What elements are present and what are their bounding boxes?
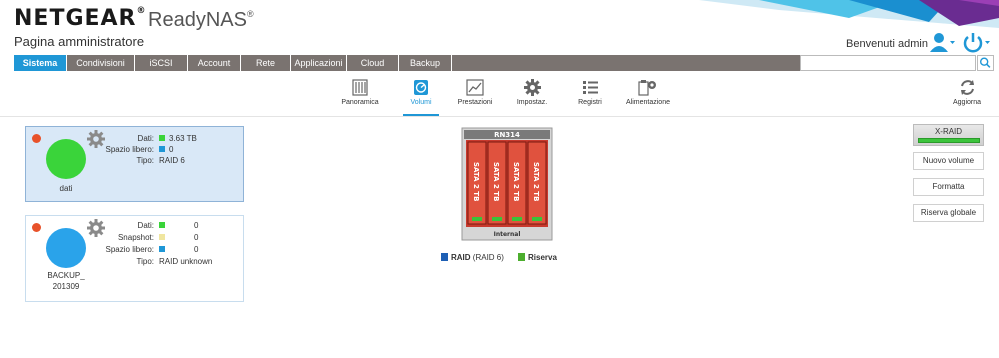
- info-label: Spazio libero:: [105, 145, 154, 154]
- netgear-logo: NETGEAR®: [14, 6, 147, 31]
- refresh-button[interactable]: Aggiorna: [937, 79, 997, 106]
- info-value: 0: [194, 245, 199, 254]
- info-row-free-space: Spazio libero: 0: [26, 144, 245, 155]
- info-row-data: Dati: 0: [26, 220, 245, 231]
- product-name: ReadyNAS®: [148, 9, 254, 31]
- tab-rete[interactable]: Rete: [241, 55, 291, 71]
- volume-card-dati[interactable]: dati Dati: 3.63 TB Spazio libero: 0 Tipo…: [25, 126, 244, 202]
- xraid-status-bar: [918, 138, 980, 143]
- svg-text:SATA 2 TB: SATA 2 TB: [492, 162, 500, 201]
- nas-internal-label: Internal: [494, 231, 521, 238]
- data-swatch: [159, 222, 165, 228]
- performance-icon: [466, 79, 484, 96]
- volumes-icon: [414, 80, 428, 95]
- drive-bay-3: SATA 2 TB: [507, 141, 527, 225]
- info-value: 0: [169, 145, 174, 154]
- xraid-button[interactable]: X-RAID: [913, 124, 984, 146]
- free-space-swatch: [159, 246, 165, 252]
- toolbar-power-label: Alimentazione: [626, 99, 670, 106]
- snapshot-swatch: [159, 234, 165, 240]
- svg-text:SATA 2 TB: SATA 2 TB: [532, 162, 540, 201]
- spare-legend-label: Riserva: [528, 253, 557, 262]
- info-label: Dati:: [137, 221, 154, 230]
- power-settings-icon: [638, 80, 656, 96]
- search-input[interactable]: [800, 55, 976, 71]
- info-row-snapshot: Snapshot: 0: [26, 232, 245, 243]
- toolbar-overview[interactable]: Panoramica: [325, 79, 395, 106]
- main-nav-bar: Sistema Condivisioni iSCSI Account Rete …: [14, 55, 800, 71]
- refresh-icon: [960, 80, 974, 95]
- free-space-swatch: [159, 146, 165, 152]
- svg-text:SATA 2 TB: SATA 2 TB: [472, 162, 480, 201]
- raid-legend-type: (RAID 6): [472, 253, 504, 262]
- info-value: 3.63 TB: [169, 134, 197, 143]
- new-volume-button[interactable]: Nuovo volume: [913, 152, 984, 170]
- info-value: 0: [194, 221, 199, 230]
- tab-iscsi[interactable]: iSCSI: [135, 55, 188, 71]
- info-value: RAID unknown: [159, 257, 213, 266]
- toolbar-divider: [0, 116, 999, 117]
- user-menu-icon[interactable]: [930, 32, 956, 54]
- tab-backup[interactable]: Backup: [399, 55, 452, 71]
- header: NETGEAR® ReadyNAS® Pagina amministratore…: [0, 0, 999, 54]
- raid-legend-label: RAID: [451, 253, 471, 262]
- overview-icon: [352, 79, 368, 96]
- tab-sistema[interactable]: Sistema: [14, 55, 67, 71]
- global-spare-button[interactable]: Riserva globale: [913, 204, 984, 222]
- volume-name-line1: BACKUP_: [47, 271, 85, 280]
- info-label: Spazio libero:: [105, 245, 154, 254]
- page-title: Pagina amministratore: [14, 34, 145, 49]
- info-row-type: Tipo: RAID 6: [26, 155, 245, 166]
- settings-gear-icon: [523, 79, 541, 96]
- tab-condivisioni[interactable]: Condivisioni: [67, 55, 135, 71]
- decorative-banner: [699, 0, 999, 28]
- power-menu-icon[interactable]: [962, 32, 992, 54]
- legend-raid: RAID (RAID 6): [441, 252, 504, 264]
- tab-cloud[interactable]: Cloud: [347, 55, 399, 71]
- svg-text:SATA 2 TB: SATA 2 TB: [512, 162, 520, 201]
- nas-device-image: RN314 SATA 2 TB SATA 2 TB SATA 2 TB SATA…: [461, 127, 553, 241]
- refresh-label: Aggiorna: [952, 99, 982, 106]
- drive-bay-1: SATA 2 TB: [467, 141, 487, 225]
- info-row-data: Dati: 3.63 TB: [26, 133, 245, 144]
- info-value: 0: [194, 233, 199, 242]
- volume-card-backup[interactable]: BACKUP_ 201309 Dati: 0 Snapshot: 0 Spazi…: [25, 215, 244, 302]
- drive-bay-2: SATA 2 TB: [487, 141, 507, 225]
- info-label: Snapshot:: [117, 233, 154, 242]
- toolbar-overview-label: Panoramica: [341, 99, 379, 106]
- toolbar-power[interactable]: Alimentazione: [613, 79, 683, 106]
- tab-account[interactable]: Account: [188, 55, 241, 71]
- drive-bay-4: SATA 2 TB: [527, 141, 547, 225]
- tab-applicazioni[interactable]: Applicazioni: [291, 55, 347, 71]
- search-button[interactable]: [977, 55, 994, 71]
- info-row-type: Tipo: RAID unknown: [26, 256, 245, 267]
- volume-name-line2: 201309: [52, 282, 80, 291]
- search-icon: [979, 57, 991, 68]
- spare-legend-swatch: [518, 253, 525, 261]
- data-swatch: [159, 135, 165, 141]
- info-value: RAID 6: [159, 156, 185, 165]
- logs-list-icon: [582, 81, 598, 94]
- raid-legend-swatch: [441, 253, 448, 261]
- welcome-text: Benvenuti admin: [846, 38, 928, 50]
- info-row-free-space: Spazio libero: 0: [26, 244, 245, 255]
- format-button[interactable]: Formatta: [913, 178, 984, 196]
- volume-name: dati: [59, 184, 73, 193]
- info-label: Tipo:: [136, 156, 155, 165]
- info-label: Dati:: [137, 134, 154, 143]
- info-label: Tipo:: [136, 257, 155, 266]
- legend-spare: Riserva: [518, 252, 557, 264]
- nas-model-label: RN314: [494, 131, 520, 139]
- xraid-label: X-RAID: [934, 127, 963, 136]
